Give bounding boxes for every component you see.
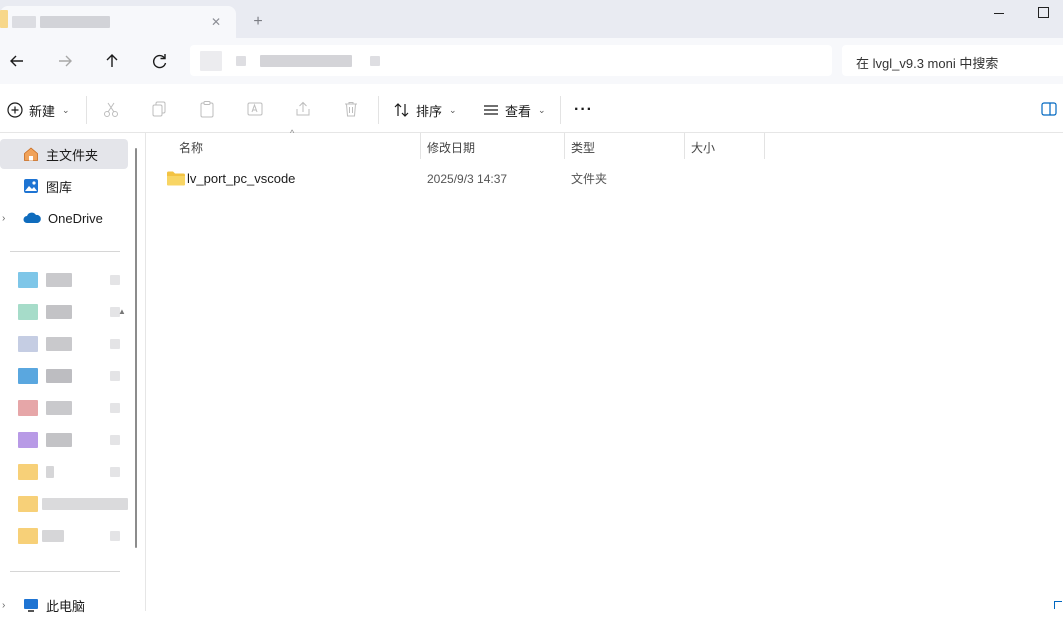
view-button[interactable]: 查看 ⌄ (482, 96, 546, 124)
arrow-left-icon (10, 55, 23, 67)
rename-icon[interactable] (246, 100, 264, 118)
sidebar-item-gallery[interactable]: 图库 (0, 171, 128, 201)
view-label: 查看 (505, 103, 532, 119)
tab-close-icon[interactable]: ✕ (206, 12, 226, 32)
file-name[interactable]: lv_port_pc_vscode (187, 170, 295, 188)
scroll-up-arrow-icon[interactable]: ▲ (118, 308, 126, 316)
sidebar-item-label: 此电脑 (46, 598, 86, 614)
chevron-down-icon: ⌄ (62, 104, 70, 115)
quick-access-item[interactable] (18, 494, 128, 514)
new-tab-icon[interactable]: + (246, 12, 270, 32)
nav-scrollbar[interactable] (133, 148, 139, 568)
quick-access-item[interactable] (18, 270, 128, 290)
sidebar-item-home[interactable]: 主文件夹 (0, 139, 128, 169)
maximize-button[interactable] (1032, 2, 1054, 24)
breadcrumb-blurred (370, 56, 380, 66)
column-header-modified[interactable]: 修改日期 (427, 138, 475, 158)
search-placeholder: 在 lvgl_v9.3 moni 中搜索 (856, 56, 999, 71)
toolbar-divider (560, 96, 561, 124)
nav-divider (10, 251, 120, 252)
up-button[interactable] (99, 49, 125, 73)
active-tab[interactable] (0, 6, 236, 38)
file-type: 文件夹 (571, 172, 608, 186)
address-bar[interactable] (190, 45, 832, 76)
new-label: 新建 (29, 103, 56, 119)
tab-favicon (0, 10, 8, 28)
resize-corner-icon (1054, 601, 1062, 609)
delete-icon[interactable] (342, 100, 360, 118)
search-input[interactable]: 在 lvgl_v9.3 moni 中搜索 (842, 45, 1063, 76)
refresh-button[interactable] (147, 49, 173, 73)
refresh-icon (153, 54, 167, 69)
quick-access-item[interactable] (18, 462, 128, 482)
more-icon: ··· (574, 101, 593, 118)
arrow-right-icon (59, 55, 72, 67)
paste-icon[interactable] (198, 100, 216, 118)
pc-icon (24, 599, 38, 612)
home-icon (24, 147, 38, 161)
cut-icon[interactable] (102, 100, 120, 118)
sidebar-item-label: OneDrive (48, 210, 103, 226)
details-pane-button[interactable] (1040, 100, 1058, 118)
folder-icon (167, 171, 185, 186)
chevron-down-icon: ⌄ (449, 104, 457, 115)
tab-title-blurred (40, 16, 110, 28)
column-divider[interactable] (420, 133, 421, 159)
minimize-button[interactable] (988, 2, 1010, 24)
quick-access-item[interactable] (18, 398, 128, 418)
sidebar-item-this-pc[interactable]: › 此电脑 (0, 590, 128, 620)
arrow-up-icon (106, 54, 118, 67)
quick-access-item[interactable] (18, 334, 128, 354)
gallery-icon (24, 179, 38, 193)
pane-splitter[interactable] (145, 133, 146, 611)
quick-access-item[interactable] (18, 366, 128, 386)
column-divider[interactable] (764, 133, 765, 159)
chevron-right-icon[interactable]: › (2, 600, 12, 611)
quick-access-item[interactable] (18, 526, 128, 546)
column-header-type[interactable]: 类型 (571, 138, 595, 158)
back-button[interactable] (4, 49, 30, 73)
file-modified: 2025/9/3 14:37 (427, 172, 508, 186)
new-button[interactable]: 新建 ⌄ (6, 96, 70, 124)
sidebar-item-label: 主文件夹 (46, 147, 99, 163)
cloud-icon (23, 212, 41, 223)
quick-access-item[interactable] (18, 302, 128, 322)
nav-divider (10, 571, 120, 572)
toolbar-divider (86, 96, 87, 124)
more-button[interactable]: ··· (574, 96, 593, 124)
column-divider[interactable] (564, 133, 565, 159)
sort-button[interactable]: 排序 ⌄ (393, 96, 457, 124)
quick-access-item[interactable] (18, 430, 128, 450)
details-pane-icon (1041, 102, 1057, 116)
view-list-icon (484, 105, 498, 115)
breadcrumb-blurred (260, 55, 352, 67)
share-icon[interactable] (294, 100, 312, 118)
tab-title-blurred (12, 16, 36, 28)
chevron-right-icon[interactable]: › (2, 213, 12, 224)
copy-icon[interactable] (150, 100, 168, 118)
plus-circle-icon (7, 102, 23, 118)
sidebar-item-label: 图库 (46, 179, 73, 195)
column-header-size[interactable]: 大小 (691, 138, 715, 158)
chevron-down-icon: ⌄ (538, 104, 546, 115)
breadcrumb-blurred (236, 56, 246, 66)
column-header-name[interactable]: 名称 (179, 138, 203, 158)
toolbar-divider (378, 96, 379, 124)
sort-icon (394, 103, 409, 117)
sort-ascending-icon: ^ (290, 128, 295, 138)
breadcrumb-blurred (200, 51, 222, 71)
column-divider[interactable] (684, 133, 685, 159)
sort-label: 排序 (416, 103, 443, 119)
sidebar-item-onedrive[interactable]: › OneDrive (0, 203, 128, 233)
forward-button[interactable] (52, 49, 78, 73)
